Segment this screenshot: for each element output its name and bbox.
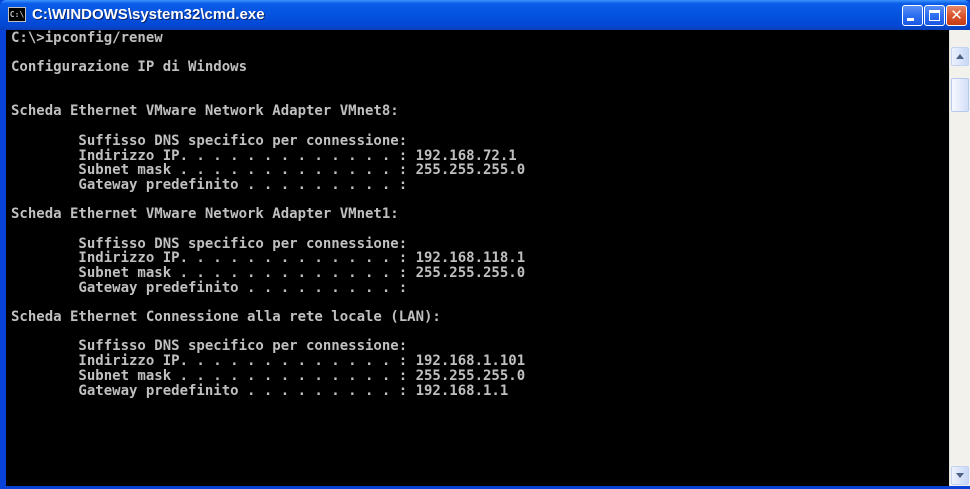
console-app-icon[interactable]: C:\ — [8, 7, 26, 22]
scroll-thumb[interactable] — [951, 78, 969, 112]
console-text: C:\>ipconfig/renew Configurazione IP di W… — [11, 31, 525, 398]
console-output[interactable]: C:\>ipconfig/renew Configurazione IP di W… — [6, 30, 949, 486]
scroll-up-arrow-icon — [956, 54, 964, 59]
minimize-icon — [907, 18, 914, 21]
console-line: Suffisso DNS specifico per connessione: — [11, 338, 408, 355]
console-line: Subnet mask . . . . . . . . . . . . . : … — [11, 265, 526, 281]
console-line: Scheda Ethernet Connessione alla rete lo… — [11, 309, 441, 326]
console-line: Subnet mask . . . . . . . . . . . . . : … — [11, 367, 526, 384]
console-line: Subnet mask . . . . . . . . . . . . . : … — [11, 162, 526, 179]
console-line: C:\>ipconfig/renew — [11, 30, 163, 46]
scroll-up-button[interactable] — [951, 47, 969, 66]
maximize-icon — [929, 10, 940, 21]
scroll-down-arrow-icon — [956, 473, 964, 478]
minimize-button[interactable] — [902, 5, 923, 26]
console-line: Indirizzo IP. . . . . . . . . . . . . : … — [11, 147, 517, 164]
console-window: C:\ C:\WINDOWS\system32\cmd.exe ✕ C:\>ip… — [0, 0, 970, 489]
title-bar[interactable]: C:\ C:\WINDOWS\system32\cmd.exe ✕ — [0, 0, 970, 30]
console-line: Indirizzo IP. . . . . . . . . . . . . : … — [11, 353, 526, 370]
console-line: Suffisso DNS specifico per connessione: — [11, 132, 408, 149]
scroll-down-button[interactable] — [951, 466, 969, 485]
window-title: C:\WINDOWS\system32\cmd.exe — [32, 6, 265, 23]
close-button[interactable]: ✕ — [946, 5, 967, 26]
maximize-button[interactable] — [924, 5, 945, 26]
console-line: Scheda Ethernet VMware Network Adapter V… — [11, 206, 399, 223]
console-line: Gateway predefinito . . . . . . . . . : … — [11, 382, 509, 399]
console-line: Gateway predefinito . . . . . . . . . : — [11, 279, 408, 296]
console-line: Scheda Ethernet VMware Network Adapter V… — [11, 103, 399, 120]
console-line: Suffisso DNS specifico per connessione: — [11, 235, 408, 252]
close-icon: ✕ — [950, 6, 963, 24]
console-line: Gateway predefinito . . . . . . . . . : — [11, 176, 408, 193]
console-line: Configurazione IP di Windows — [11, 59, 248, 76]
console-line: Indirizzo IP. . . . . . . . . . . . . : … — [11, 250, 526, 267]
vertical-scrollbar[interactable] — [949, 30, 970, 486]
